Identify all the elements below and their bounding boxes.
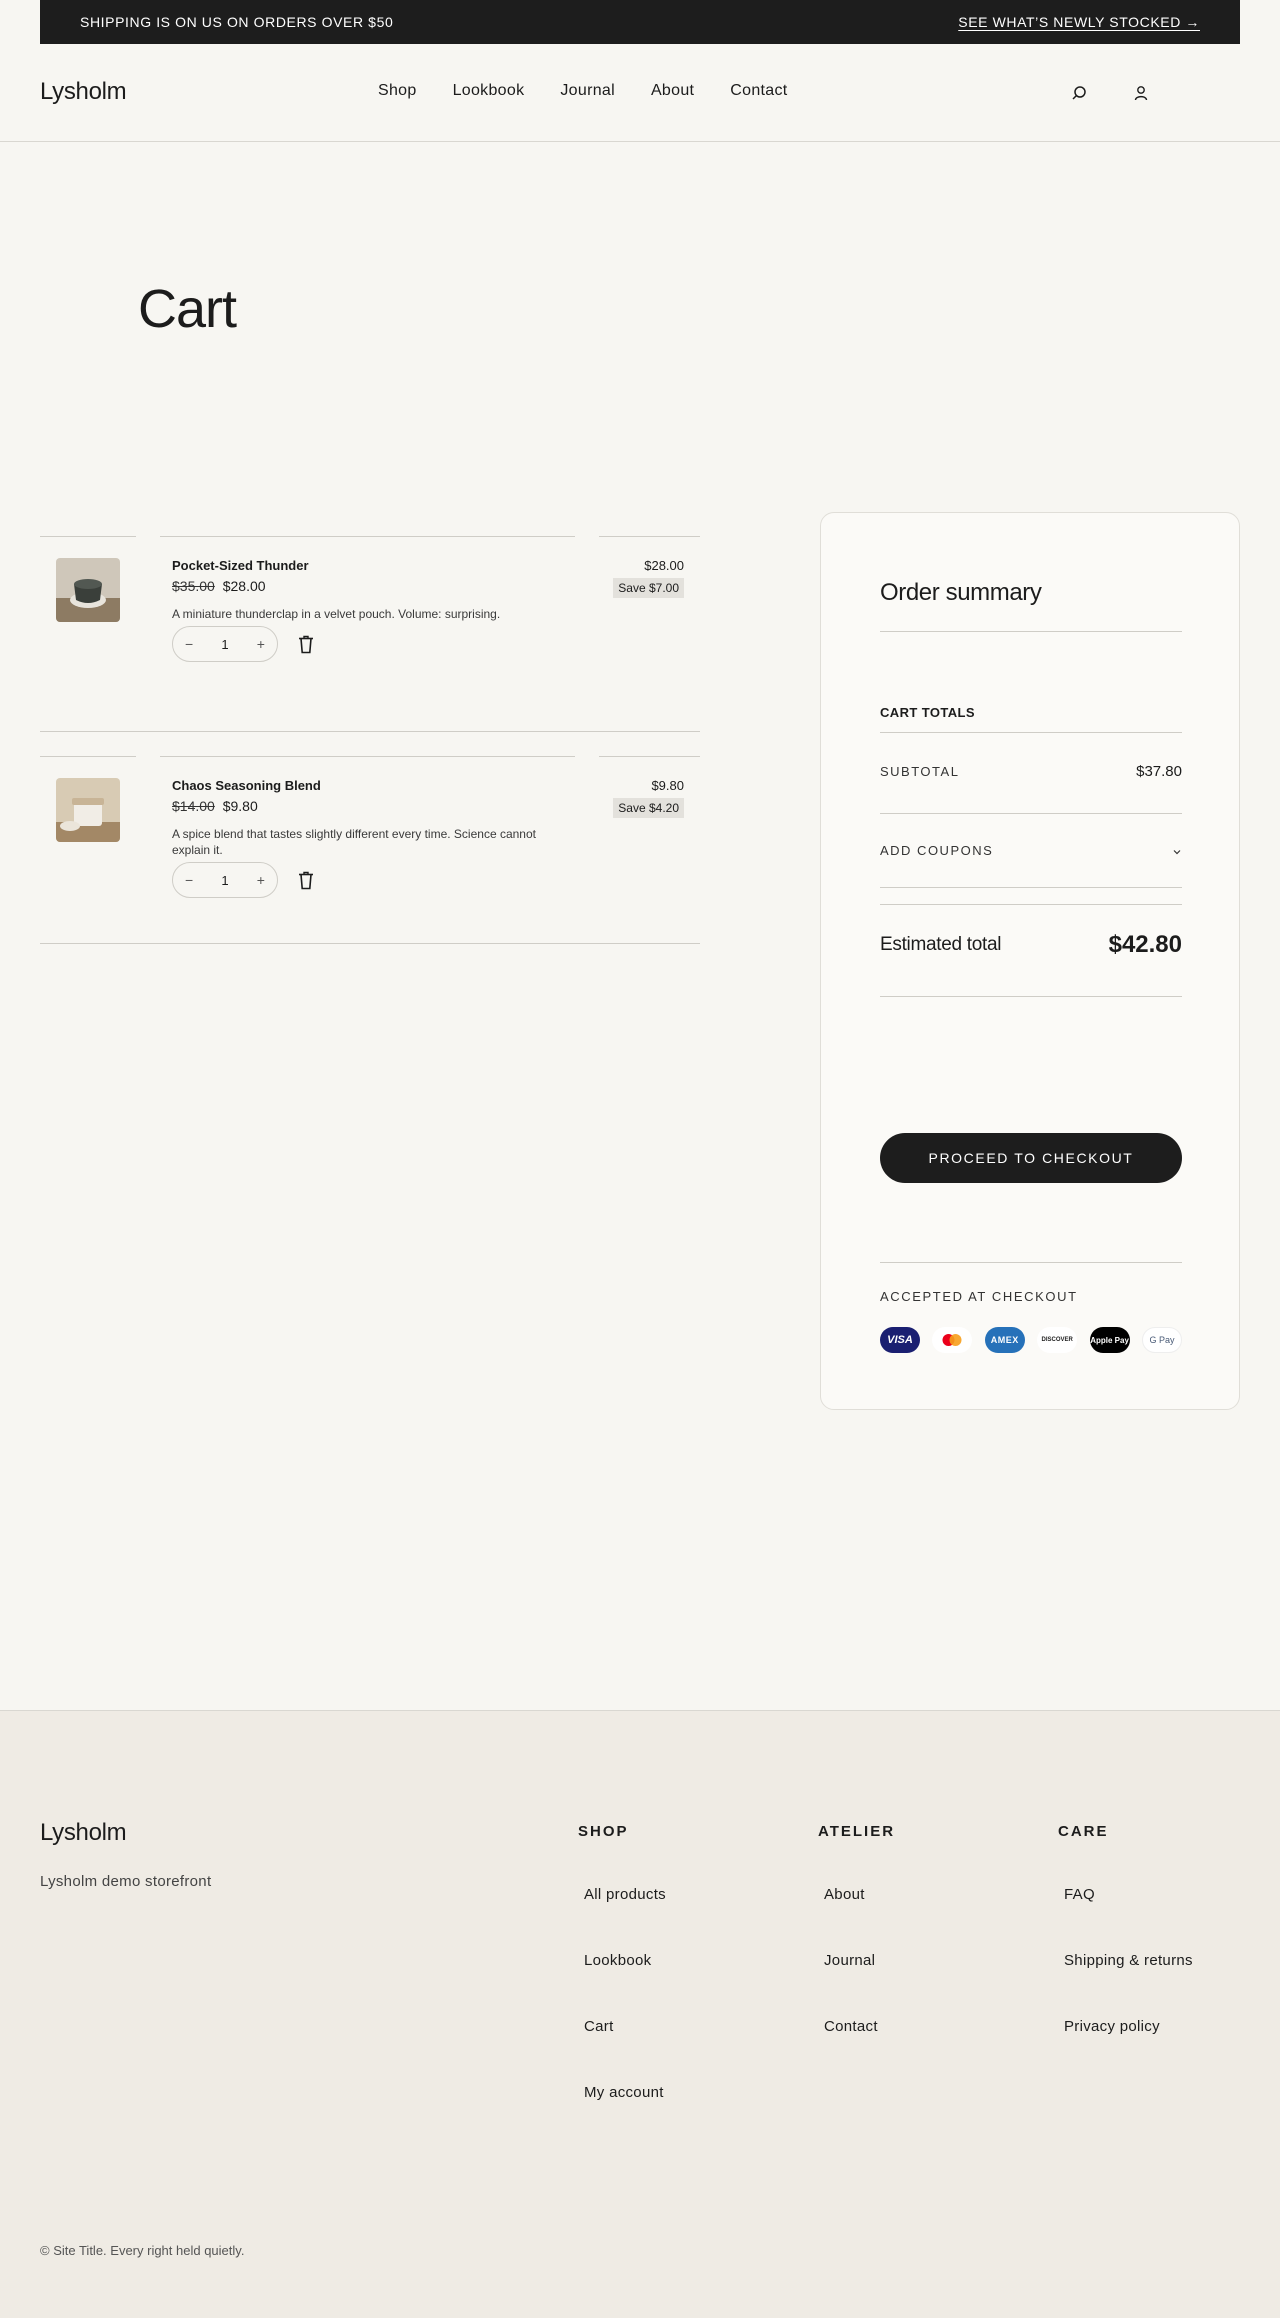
- original-price: $14.00: [172, 798, 215, 814]
- savings-badge: Save $7.00: [613, 578, 684, 598]
- order-summary: Order summary CART TOTALS SUBTOTAL $37.8…: [820, 512, 1240, 1410]
- visa-icon: VISA: [880, 1327, 920, 1353]
- cart-totals-heading: CART TOTALS: [880, 705, 975, 720]
- product-description: A spice blend that tastes slightly diffe…: [172, 827, 536, 857]
- page-title: Cart: [138, 279, 237, 339]
- increase-quantity-button[interactable]: +: [257, 872, 265, 888]
- footer-link-all-products[interactable]: All products: [584, 1886, 666, 1904]
- footer-link-shipping-returns[interactable]: Shipping & returns: [1064, 1952, 1193, 1970]
- footer-link-privacy-policy[interactable]: Privacy policy: [1064, 2018, 1193, 2036]
- sale-price: $9.80: [222, 798, 258, 814]
- account-icon[interactable]: [1130, 82, 1152, 104]
- remove-item-icon[interactable]: [296, 632, 316, 656]
- site-header: Lysholm Shop Lookbook Journal About Cont…: [0, 44, 1280, 142]
- footer-column-care: CARE FAQ Shipping & returns Privacy poli…: [1058, 1823, 1193, 2084]
- cart-item: Chaos Seasoning Blend $14.00 $9.80 A spi…: [40, 756, 700, 944]
- summary-title: Order summary: [880, 579, 1042, 606]
- footer-column-title: ATELIER: [818, 1823, 896, 1840]
- nav-lookbook[interactable]: Lookbook: [453, 82, 525, 100]
- decrease-quantity-button[interactable]: −: [185, 872, 193, 888]
- proceed-to-checkout-button[interactable]: PROCEED TO CHECKOUT: [880, 1133, 1182, 1183]
- discover-icon: DISCOVER: [1037, 1327, 1078, 1353]
- cart-item: Pocket-Sized Thunder $35.00 $28.00 A min…: [40, 536, 700, 732]
- footer-column-atelier: ATELIER About Journal Contact: [818, 1823, 895, 2084]
- chevron-down-icon: [1172, 843, 1182, 858]
- site-footer: Lysholm Lysholm demo storefront SHOP All…: [0, 1710, 1280, 2318]
- footer-link-cart[interactable]: Cart: [584, 2018, 666, 2036]
- quantity-stepper: − 1 +: [172, 626, 278, 662]
- footer-logo[interactable]: Lysholm: [40, 1819, 127, 1847]
- remove-item-icon[interactable]: [296, 868, 316, 892]
- site-logo[interactable]: Lysholm: [40, 78, 127, 106]
- search-icon[interactable]: [1068, 82, 1090, 104]
- product-description: A miniature thunderclap in a velvet pouc…: [172, 607, 501, 621]
- estimated-total-row: Estimated total $42.80: [880, 931, 1182, 959]
- footer-link-faq[interactable]: FAQ: [1064, 1886, 1193, 1904]
- payment-methods: VISA AMEX DISCOVER Apple Pay G Pay: [880, 1327, 1182, 1353]
- product-thumbnail[interactable]: [56, 558, 120, 622]
- product-name[interactable]: Chaos Seasoning Blend: [172, 778, 321, 793]
- footer-link-contact[interactable]: Contact: [824, 2018, 895, 2036]
- google-pay-icon: G Pay: [1141, 1327, 1182, 1353]
- amex-icon: AMEX: [984, 1327, 1025, 1353]
- subtotal-row: SUBTOTAL $37.80: [880, 763, 1182, 780]
- footer-link-my-account[interactable]: My account: [584, 2084, 666, 2102]
- product-thumbnail[interactable]: [56, 778, 120, 842]
- accepted-payments-heading: ACCEPTED AT CHECKOUT: [880, 1289, 1078, 1304]
- decrease-quantity-button[interactable]: −: [185, 636, 193, 652]
- sale-price: $28.00: [222, 578, 266, 594]
- new-stock-link[interactable]: SEE WHAT’S NEWLY STOCKED →: [958, 14, 1200, 30]
- subtotal-label: SUBTOTAL: [880, 764, 960, 779]
- coupons-label: ADD COUPONS: [880, 843, 994, 858]
- nav-contact[interactable]: Contact: [730, 82, 787, 100]
- announcement-bar: SHIPPING IS ON US ON ORDERS OVER $50 SEE…: [40, 0, 1240, 44]
- mastercard-icon: [932, 1327, 973, 1353]
- footer-link-lookbook[interactable]: Lookbook: [584, 1952, 666, 1970]
- footer-link-about[interactable]: About: [824, 1886, 895, 1904]
- footer-link-journal[interactable]: Journal: [824, 1952, 895, 1970]
- estimated-total-value: $42.80: [1108, 931, 1182, 958]
- line-total: $9.80: [651, 778, 684, 793]
- add-coupons-toggle[interactable]: ADD COUPONS: [880, 843, 1182, 858]
- nav-about[interactable]: About: [651, 82, 694, 100]
- increase-quantity-button[interactable]: +: [257, 636, 265, 652]
- apple-pay-icon: Apple Pay: [1089, 1327, 1130, 1353]
- product-price: $14.00 $9.80: [172, 798, 258, 814]
- quantity-stepper: − 1 +: [172, 862, 278, 898]
- quantity-value[interactable]: 1: [221, 637, 228, 652]
- product-price: $35.00 $28.00: [172, 578, 266, 594]
- quantity-value[interactable]: 1: [221, 873, 228, 888]
- original-price: $35.00: [172, 578, 215, 594]
- copyright: © Site Title. Every right held quietly.: [40, 2243, 245, 2258]
- product-name[interactable]: Pocket-Sized Thunder: [172, 558, 309, 573]
- footer-column-title: CARE: [1058, 1823, 1109, 1840]
- nav-shop[interactable]: Shop: [378, 82, 417, 100]
- cart-items-list: Pocket-Sized Thunder $35.00 $28.00 A min…: [40, 536, 700, 944]
- nav-journal[interactable]: Journal: [560, 82, 615, 100]
- footer-tagline: Lysholm demo storefront: [40, 1873, 212, 1890]
- footer-column-shop: SHOP All products Lookbook Cart My accou…: [578, 1823, 666, 2150]
- subtotal-value: $37.80: [1136, 763, 1182, 780]
- line-total: $28.00: [644, 558, 684, 573]
- footer-column-title: SHOP: [578, 1823, 629, 1840]
- announcement-text: SHIPPING IS ON US ON ORDERS OVER $50: [80, 14, 394, 30]
- estimated-total-label: Estimated total: [880, 934, 1002, 955]
- main-nav: Shop Lookbook Journal About Contact: [378, 82, 824, 100]
- savings-badge: Save $4.20: [613, 798, 684, 818]
